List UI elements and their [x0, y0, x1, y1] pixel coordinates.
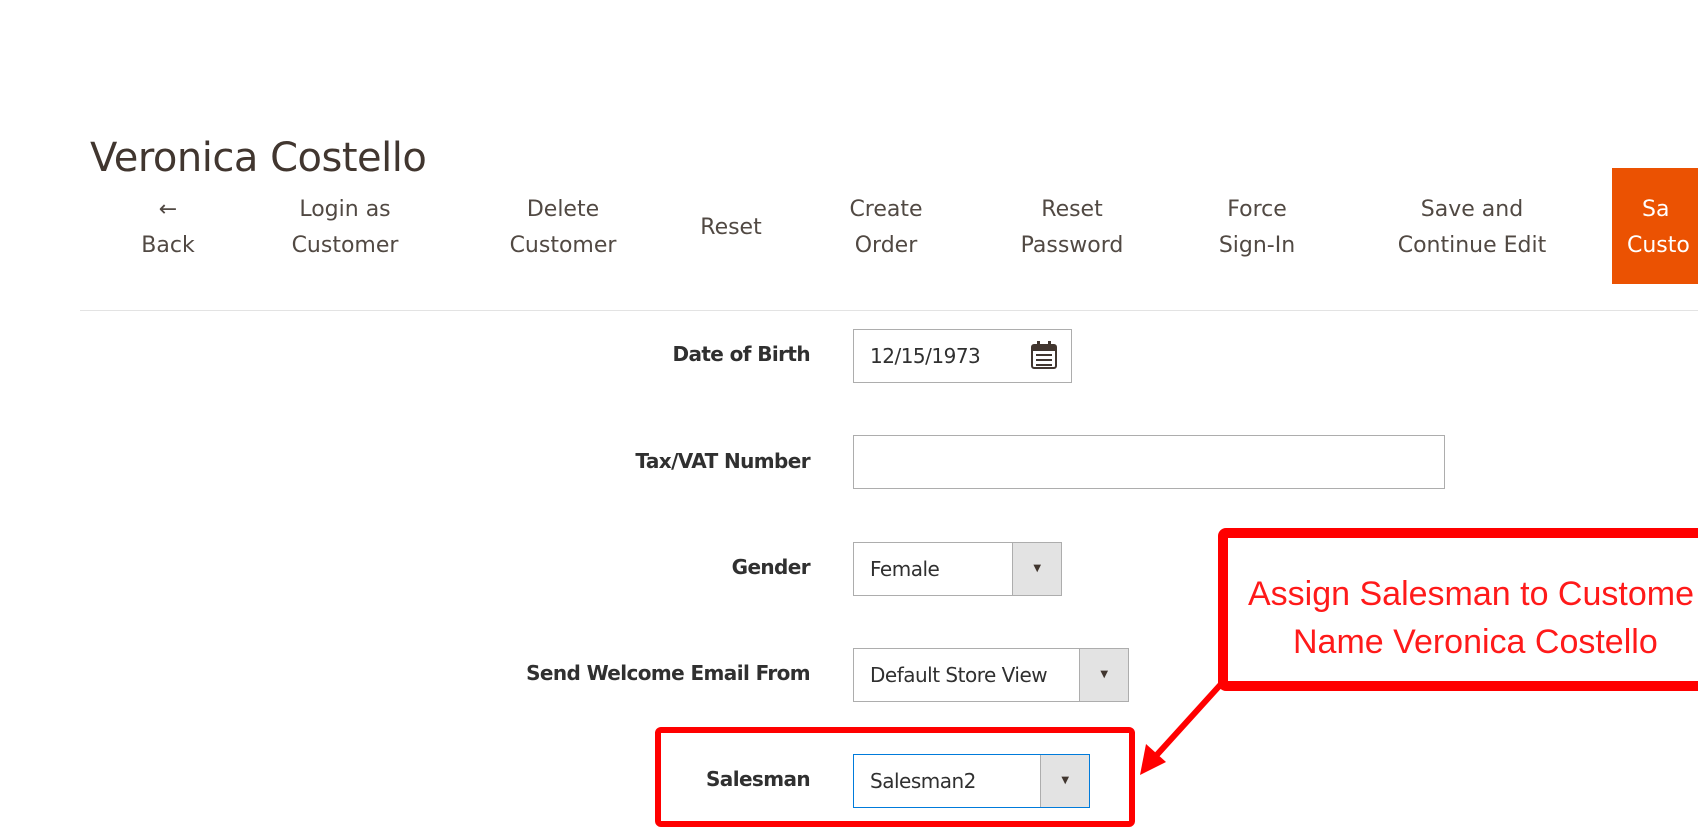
save-and-continue-label-1: Save and — [1420, 197, 1524, 222]
save-customer-button[interactable]: Sa Custo — [1612, 168, 1698, 284]
welcome-email-select[interactable]: Default Store View ▼ — [853, 648, 1129, 702]
save-and-continue-edit-button[interactable]: Save and Continue Edit — [1390, 192, 1554, 264]
create-order-label-2: Order — [854, 233, 918, 258]
force-sign-in-button[interactable]: Force Sign-In — [1215, 192, 1299, 264]
gender-select[interactable]: Female ▼ — [853, 542, 1062, 596]
reset-password-button[interactable]: Reset Password — [1014, 192, 1130, 264]
reset-button[interactable]: Reset — [698, 210, 764, 246]
delete-customer-button[interactable]: Delete Customer — [500, 192, 626, 264]
toolbar-divider — [80, 310, 1698, 311]
back-label: Back — [141, 233, 195, 258]
gender-value: Female — [870, 557, 940, 581]
chevron-down-icon: ▼ — [1012, 543, 1061, 595]
reset-password-label-2: Password — [1020, 233, 1124, 258]
annotation-line-2: Name Veronica Costello — [1293, 623, 1658, 661]
welcome-email-label: Send Welcome Email From — [526, 661, 811, 685]
save-and-continue-label-2: Continue Edit — [1397, 233, 1547, 258]
gender-label: Gender — [731, 555, 811, 579]
date-of-birth-input[interactable]: 12/15/1973 — [853, 329, 1072, 383]
delete-customer-label-1: Delete — [526, 197, 600, 222]
chevron-down-icon: ▼ — [1079, 649, 1128, 701]
page-actions-toolbar: ← Back Login as Customer Delete Customer… — [0, 168, 1698, 284]
save-customer-label-2: Custo — [1627, 233, 1690, 258]
force-sign-in-label-1: Force — [1227, 197, 1287, 222]
annotation-callout-text: Assign Salesman to Custome Name Veronica… — [1248, 570, 1698, 666]
reset-label: Reset — [700, 215, 762, 240]
delete-customer-label-2: Customer — [509, 233, 617, 258]
login-as-customer-label-2: Customer — [291, 233, 399, 258]
annotation-line-1: Assign Salesman to Custome — [1248, 575, 1694, 613]
login-as-customer-label-1: Login as — [299, 197, 391, 222]
reset-password-label-1: Reset — [1041, 197, 1103, 222]
welcome-email-value: Default Store View — [870, 663, 1048, 687]
create-order-button[interactable]: Create Order — [845, 192, 927, 264]
create-order-label-1: Create — [849, 197, 923, 222]
date-of-birth-value: 12/15/1973 — [870, 344, 981, 368]
force-sign-in-label-2: Sign-In — [1218, 233, 1296, 258]
save-customer-label-1: Sa — [1642, 197, 1670, 222]
calendar-icon[interactable] — [1031, 341, 1057, 369]
date-of-birth-label: Date of Birth — [672, 342, 810, 366]
tax-vat-input[interactable] — [853, 435, 1445, 489]
back-button[interactable]: ← Back — [140, 192, 196, 264]
login-as-customer-button[interactable]: Login as Customer — [285, 192, 405, 264]
arrow-left-icon: ← — [158, 197, 178, 222]
tax-vat-label: Tax/VAT Number — [635, 449, 810, 473]
salesman-highlight-box — [655, 727, 1135, 827]
